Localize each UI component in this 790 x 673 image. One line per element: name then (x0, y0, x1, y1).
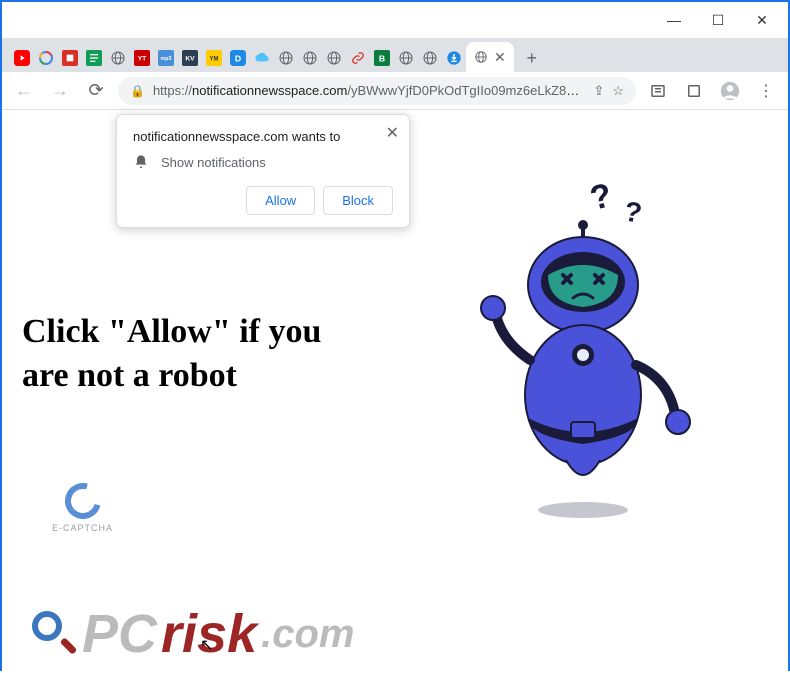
tab-favicon-youtube[interactable] (10, 44, 34, 72)
captcha-badge: E-CAPTCHA (52, 483, 113, 533)
captcha-spinner-icon (58, 476, 107, 525)
tab-favicon-google[interactable] (34, 44, 58, 72)
tab-favicon-globe-6[interactable] (418, 44, 442, 72)
nav-reload-button[interactable]: ⟳ (82, 77, 110, 105)
permission-close-button[interactable]: ✕ (386, 123, 399, 143)
tab-bar: YT mp3 KV YM D B ✕ + (2, 38, 788, 72)
notification-permission-dialog: ✕ notificationnewsspace.com wants to Sho… (116, 114, 410, 228)
tab-active[interactable]: ✕ (466, 42, 514, 72)
cursor-icon: ↖ (200, 635, 213, 655)
captcha-label: E-CAPTCHA (52, 523, 113, 533)
svg-text:YM: YM (210, 57, 219, 63)
extensions-icon[interactable] (680, 77, 708, 105)
svg-text:mp3: mp3 (161, 56, 172, 62)
window-maximize-button[interactable]: ☐ (696, 5, 740, 35)
tab-favicon-link[interactable] (346, 44, 370, 72)
globe-icon (474, 50, 488, 64)
bell-icon (133, 154, 149, 170)
permission-block-button[interactable]: Block (323, 186, 393, 215)
svg-text:?: ? (622, 195, 644, 229)
permission-allow-button[interactable]: Allow (246, 186, 315, 215)
tab-favicon-globe-1[interactable] (106, 44, 130, 72)
permission-item-text: Show notifications (161, 155, 266, 170)
watermark-risk: risk (161, 603, 257, 665)
page-headline: Click "Allow" if you are not a robot (22, 310, 322, 398)
tab-favicon-globe-2[interactable] (274, 44, 298, 72)
tab-favicon-blue-d[interactable]: D (226, 44, 250, 72)
address-bar: ← → ⟳ 🔒 https://notificationnewsspace.co… (2, 72, 788, 110)
tab-favicon-globe-3[interactable] (298, 44, 322, 72)
tab-favicon-kv[interactable]: KV (178, 44, 202, 72)
tab-favicon-red-square[interactable] (58, 44, 82, 72)
reading-list-icon[interactable] (644, 77, 672, 105)
window-titlebar: — ☐ ✕ (2, 2, 788, 38)
watermark-pc: PC (82, 603, 157, 665)
tab-favicon-globe-4[interactable] (322, 44, 346, 72)
menu-icon[interactable]: ⋮ (752, 77, 780, 105)
svg-text:?: ? (587, 180, 615, 218)
svg-text:D: D (235, 53, 241, 63)
robot-illustration: ? ? (468, 180, 698, 530)
nav-back-button[interactable]: ← (10, 77, 38, 105)
tab-favicon-green-doc[interactable] (82, 44, 106, 72)
window-minimize-button[interactable]: — (652, 5, 696, 35)
profile-icon[interactable] (716, 77, 744, 105)
tab-favicon-green-b[interactable]: B (370, 44, 394, 72)
window-close-button[interactable]: ✕ (740, 5, 784, 35)
url-field[interactable]: 🔒 https://notificationnewsspace.com/yBWw… (118, 77, 636, 105)
url-text: https://notificationnewsspace.com/yBWwwY… (153, 83, 585, 98)
svg-text:KV: KV (185, 56, 195, 63)
svg-text:YT: YT (138, 56, 147, 63)
watermark-com: .com (261, 612, 354, 657)
svg-text:B: B (379, 53, 385, 63)
star-icon[interactable]: ☆ (612, 83, 624, 99)
share-icon[interactable]: ⇪ (593, 83, 604, 99)
tab-close-button[interactable]: ✕ (494, 49, 506, 66)
nav-forward-button[interactable]: → (46, 77, 74, 105)
tab-favicon-download[interactable] (442, 44, 466, 72)
magnifier-icon (32, 611, 78, 657)
tab-favicon-ym[interactable]: YM (202, 44, 226, 72)
tab-favicon-cloud[interactable] (250, 44, 274, 72)
page-content: ✕ notificationnewsspace.com wants to Sho… (2, 110, 788, 673)
pcrisk-watermark: PCrisk.com (32, 603, 354, 665)
permission-title: notificationnewsspace.com wants to (133, 129, 393, 144)
tab-favicon-mp3[interactable]: mp3 (154, 44, 178, 72)
lock-icon: 🔒 (130, 84, 145, 98)
tab-favicon-yt-red[interactable]: YT (130, 44, 154, 72)
new-tab-button[interactable]: + (518, 44, 546, 72)
tab-favicon-globe-5[interactable] (394, 44, 418, 72)
